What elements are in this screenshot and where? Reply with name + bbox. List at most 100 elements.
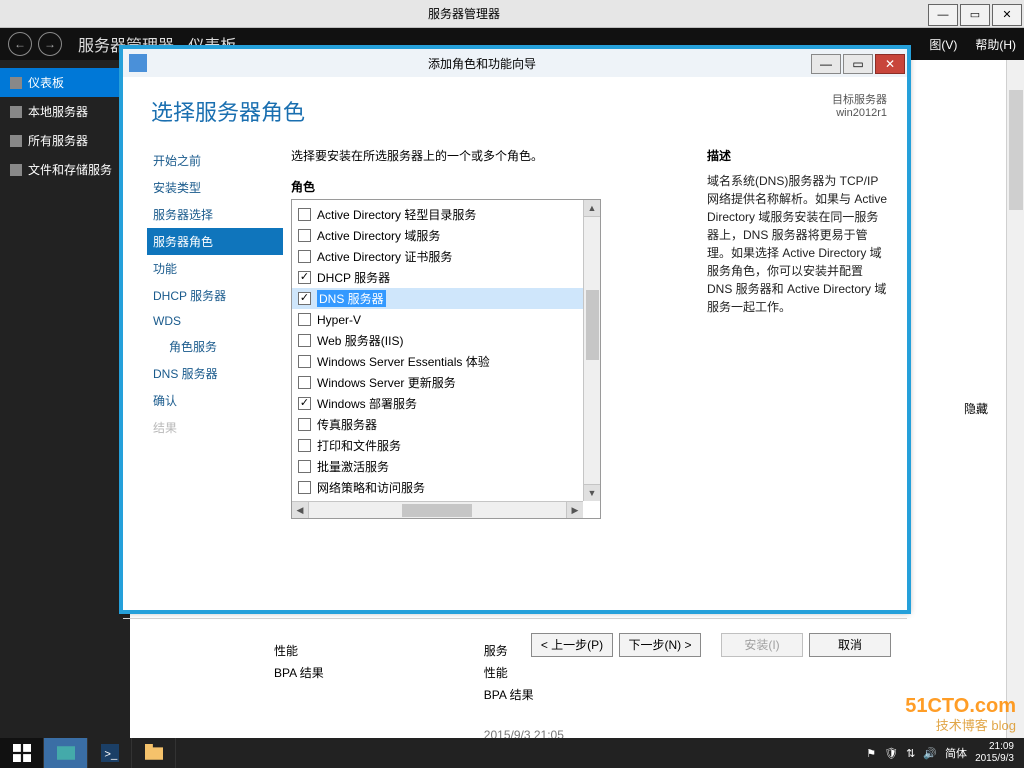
menu-bar: 图(V) 帮助(H) xyxy=(929,36,1016,53)
role-checkbox[interactable] xyxy=(298,250,311,263)
wizard-step-4[interactable]: 功能 xyxy=(147,255,283,282)
scroll-up-icon[interactable]: ▲ xyxy=(584,200,600,217)
nav-file-storage[interactable]: 文件和存储服务 xyxy=(0,155,130,184)
wizard-step-6[interactable]: WDS xyxy=(147,309,283,333)
role-row-0[interactable]: Active Directory 轻型目录服务 xyxy=(292,204,583,225)
cancel-button[interactable]: 取消 xyxy=(809,633,891,657)
wizard-step-1[interactable]: 安装类型 xyxy=(147,174,283,201)
role-row-7[interactable]: Windows Server Essentials 体验 xyxy=(292,351,583,372)
role-checkbox[interactable] xyxy=(298,355,311,368)
scroll-left-icon[interactable]: ◀ xyxy=(292,502,309,519)
wizard-center: 选择要安装在所选服务器上的一个或多个角色。 角色 Active Director… xyxy=(283,137,695,618)
back-button[interactable]: ← xyxy=(8,32,32,56)
role-row-10[interactable]: 传真服务器 xyxy=(292,414,583,435)
role-checkbox[interactable] xyxy=(298,334,311,347)
dashboard-icon xyxy=(10,77,22,89)
role-label: Web 服务器(IIS) xyxy=(317,332,403,349)
wizard-step-3: 服务器角色 xyxy=(147,228,283,255)
role-checkbox[interactable] xyxy=(298,292,311,305)
role-row-5[interactable]: Hyper-V xyxy=(292,309,583,330)
menu-view[interactable]: 图(V) xyxy=(929,36,957,53)
hscroll-thumb[interactable] xyxy=(402,504,472,517)
tray-shield-icon[interactable]: 🛡 xyxy=(884,747,898,760)
scroll-thumb[interactable] xyxy=(586,290,599,360)
wizard-step-5[interactable]: DHCP 服务器 xyxy=(147,282,283,309)
outer-titlebar: 服务器管理器 — ▭ ✕ xyxy=(0,0,1024,28)
wizard-close-button[interactable]: ✕ xyxy=(875,54,905,74)
task-powershell[interactable]: >_ xyxy=(88,738,132,768)
wizard-step-2[interactable]: 服务器选择 xyxy=(147,201,283,228)
previous-button[interactable]: < 上一步(P) xyxy=(531,633,613,657)
tray-flag-icon[interactable]: ⚑ xyxy=(866,747,876,760)
role-checkbox[interactable] xyxy=(298,418,311,431)
scroll-right-icon[interactable]: ▶ xyxy=(566,502,583,519)
scroll-down-icon[interactable]: ▼ xyxy=(584,484,600,501)
role-checkbox[interactable] xyxy=(298,481,311,494)
role-label: Active Directory 域服务 xyxy=(317,227,440,244)
role-checkbox[interactable] xyxy=(298,271,311,284)
role-row-8[interactable]: Windows Server 更新服务 xyxy=(292,372,583,393)
windows-logo-icon xyxy=(13,744,31,762)
powershell-icon: >_ xyxy=(101,744,119,762)
description-header: 描述 xyxy=(707,147,889,164)
role-checkbox[interactable] xyxy=(298,376,311,389)
role-label: 打印和文件服务 xyxy=(317,437,401,454)
wizard-step-7[interactable]: 角色服务 xyxy=(147,333,283,360)
task-server-manager[interactable] xyxy=(44,738,88,768)
role-row-1[interactable]: Active Directory 域服务 xyxy=(292,225,583,246)
outer-close-button[interactable]: ✕ xyxy=(992,4,1022,26)
nav-dashboard[interactable]: 仪表板 xyxy=(0,68,130,97)
role-row-13[interactable]: 网络策略和访问服务 xyxy=(292,477,583,498)
server-icon xyxy=(10,106,22,118)
wizard-app-icon xyxy=(129,54,147,72)
role-checkbox[interactable] xyxy=(298,208,311,221)
main-scrollbar[interactable] xyxy=(1006,60,1024,738)
wizard-heading: 选择服务器角色 xyxy=(123,77,832,137)
nav-local-server[interactable]: 本地服务器 xyxy=(0,97,130,126)
role-row-12[interactable]: 批量激活服务 xyxy=(292,456,583,477)
role-checkbox[interactable] xyxy=(298,397,311,410)
role-checkbox[interactable] xyxy=(298,439,311,452)
folder-icon xyxy=(145,744,163,762)
roles-listbox: Active Directory 轻型目录服务 Active Directory … xyxy=(291,199,601,519)
wizard-minimize-button[interactable]: — xyxy=(811,54,841,74)
role-row-3[interactable]: DHCP 服务器 xyxy=(292,267,583,288)
tray-network-icon[interactable]: ⇅ xyxy=(906,747,915,760)
role-row-4[interactable]: DNS 服务器 xyxy=(292,288,583,309)
role-checkbox[interactable] xyxy=(298,460,311,473)
outer-minimize-button[interactable]: — xyxy=(928,4,958,26)
wizard-step-0[interactable]: 开始之前 xyxy=(147,147,283,174)
roles-horizontal-scrollbar[interactable]: ◀ ▶ xyxy=(292,501,583,518)
menu-help[interactable]: 帮助(H) xyxy=(975,36,1016,53)
next-button[interactable]: 下一步(N) > xyxy=(619,633,701,657)
wizard-description-pane: 描述 域名系统(DNS)服务器为 TCP/IP 网络提供名称解析。如果与 Act… xyxy=(695,137,907,618)
tray-clock[interactable]: 21:09 2015/9/3 xyxy=(975,741,1014,765)
tray-ime[interactable]: 简体 xyxy=(945,745,967,761)
start-button[interactable] xyxy=(0,738,44,768)
outer-maximize-button[interactable]: ▭ xyxy=(960,4,990,26)
hide-link[interactable]: 隐藏 xyxy=(964,400,988,417)
wizard-step-8[interactable]: DNS 服务器 xyxy=(147,360,283,387)
wizard-step-9[interactable]: 确认 xyxy=(147,387,283,414)
system-tray[interactable]: ⚑ 🛡 ⇅ 🔊 简体 21:09 2015/9/3 xyxy=(856,741,1024,765)
roles-vertical-scrollbar[interactable]: ▲ ▼ xyxy=(583,200,600,501)
install-button: 安装(I) xyxy=(721,633,803,657)
taskbar: >_ ⚑ 🛡 ⇅ 🔊 简体 21:09 2015/9/3 xyxy=(0,738,1024,768)
role-label: 批量激活服务 xyxy=(317,458,389,475)
task-explorer[interactable] xyxy=(132,738,176,768)
nav-all-servers[interactable]: 所有服务器 xyxy=(0,126,130,155)
role-checkbox[interactable] xyxy=(298,229,311,242)
role-row-2[interactable]: Active Directory 证书服务 xyxy=(292,246,583,267)
tray-volume-icon[interactable]: 🔊 xyxy=(923,747,937,760)
wizard-maximize-button[interactable]: ▭ xyxy=(843,54,873,74)
role-row-6[interactable]: Web 服务器(IIS) xyxy=(292,330,583,351)
left-nav: 仪表板 本地服务器 所有服务器 文件和存储服务 xyxy=(0,60,130,738)
wizard-titlebar[interactable]: 添加角色和功能向导 — ▭ ✕ xyxy=(123,49,907,77)
role-row-9[interactable]: Windows 部署服务 xyxy=(292,393,583,414)
role-row-11[interactable]: 打印和文件服务 xyxy=(292,435,583,456)
role-label: DNS 服务器 xyxy=(317,290,386,307)
forward-button[interactable]: → xyxy=(38,32,62,56)
svg-text:>_: >_ xyxy=(104,749,118,761)
outer-window-title: 服务器管理器 xyxy=(0,5,928,22)
role-checkbox[interactable] xyxy=(298,313,311,326)
